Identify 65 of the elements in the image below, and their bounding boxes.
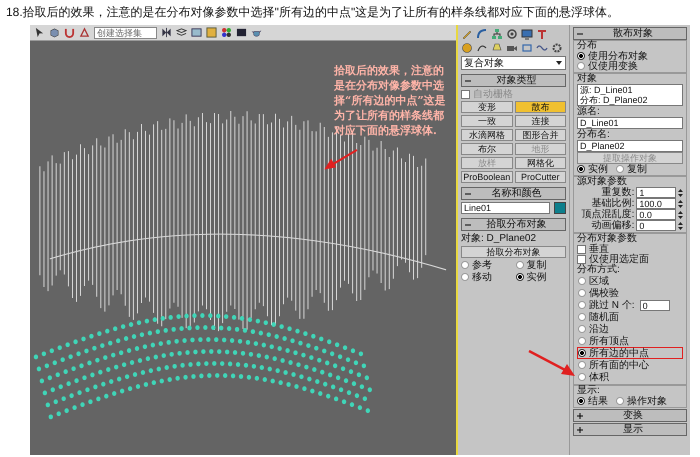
number-field[interactable]: 100.0 <box>636 198 676 209</box>
group-title: 分布 <box>577 41 598 51</box>
rollout-header[interactable]: 拾取分布对象 <box>461 218 566 231</box>
name-field[interactable]: Line01 <box>461 202 550 214</box>
caption-text: 18.拾取后的效果，注意的是在分布对像参数中选择"所有边的中点"这是为了让所有的样条线都对应下面的悬浮球体。 <box>5 4 620 21</box>
radio-label: 实例 <box>526 272 546 282</box>
group-title: 显示: <box>577 386 601 396</box>
field-label: 基础比例: <box>592 198 634 209</box>
category-dropdown[interactable]: 复合对象 <box>461 56 566 70</box>
radio-label: 跳过 N 个: <box>589 300 635 310</box>
radio-label: 偶校验 <box>589 288 619 298</box>
radio-label: 仅使用变换 <box>588 60 638 72</box>
name-field[interactable]: D_Plane02 <box>577 140 683 152</box>
list-item[interactable]: 分布: D_Plane02 <box>580 95 680 105</box>
radio-label: 实例 <box>588 164 608 174</box>
number-field[interactable]: 1 <box>636 187 676 198</box>
radio-label: 操作对象 <box>627 396 667 406</box>
radio-label: 区域 <box>589 276 609 286</box>
radio-label: 沿边 <box>589 324 609 334</box>
field-label: 动画偏移: <box>590 220 634 231</box>
rollout-header[interactable]: 散布对象 <box>573 27 687 40</box>
object-label: 对象: D_Plane02 <box>461 233 538 244</box>
checkbox-label: 垂直 <box>589 244 609 254</box>
checkbox-label: 仅使用选定面 <box>589 254 649 264</box>
radio-label: 复制 <box>526 260 546 270</box>
group-title: 源对象参数 <box>577 177 628 187</box>
object-type-button[interactable]: 布尔 <box>461 143 512 155</box>
object-type-button[interactable]: 散布 <box>514 101 566 113</box>
field-label: 顶点混乱度: <box>580 209 634 220</box>
object-type-button[interactable]: ProBoolean <box>461 171 512 183</box>
radio-label: 随机面 <box>589 312 619 322</box>
rollout-header[interactable]: 对象类型 <box>461 74 566 87</box>
radio-label: 移动 <box>472 272 492 282</box>
rollout-header[interactable]: 变换 <box>573 409 687 422</box>
field-label: 分布名: <box>577 129 611 140</box>
radio-label: 参考 <box>472 260 492 270</box>
name-field[interactable]: D_Line01 <box>577 117 683 129</box>
radio-label: 所有面的中心 <box>589 360 649 370</box>
radio-label: 体积 <box>589 372 609 382</box>
object-type-button[interactable]: 图形合并 <box>514 129 566 141</box>
field-label: 源名: <box>577 106 601 117</box>
group-title: 对象 <box>577 74 598 84</box>
field-label: 重复数: <box>602 187 634 198</box>
pick-button[interactable]: 拾取分布对象 <box>461 246 566 258</box>
rollout-header[interactable]: 显示 <box>573 423 687 436</box>
object-type-button[interactable]: 水滴网格 <box>461 129 512 141</box>
checkbox-label: 自动栅格 <box>473 88 513 100</box>
radio-label: 所有边的中点 <box>589 348 649 358</box>
object-type-button[interactable]: 一致 <box>461 115 512 127</box>
object-type-button[interactable]: 网格化 <box>514 157 566 169</box>
radio-label: 复制 <box>627 164 647 174</box>
number-field[interactable]: 0 <box>636 220 676 231</box>
radio-label: 结果 <box>588 396 608 406</box>
number-field[interactable]: 0.0 <box>636 209 676 220</box>
selection-set-dropdown[interactable]: 创建选择集 <box>94 26 157 38</box>
rollout-header[interactable]: 名称和颜色 <box>461 187 566 200</box>
object-type-button[interactable]: 变形 <box>461 101 512 113</box>
field-label: 分布方式: <box>577 264 621 275</box>
number-field[interactable]: 0 <box>640 300 670 310</box>
object-type-button[interactable]: 连接 <box>514 115 566 127</box>
radio-label: 所有顶点 <box>589 336 629 346</box>
list-item[interactable]: 源: D_Line01 <box>580 85 680 95</box>
group-title: 分布对象参数 <box>577 234 638 244</box>
radio-label: 使用分布对象 <box>588 50 648 62</box>
object-type-button[interactable]: ProCutter <box>514 171 566 183</box>
